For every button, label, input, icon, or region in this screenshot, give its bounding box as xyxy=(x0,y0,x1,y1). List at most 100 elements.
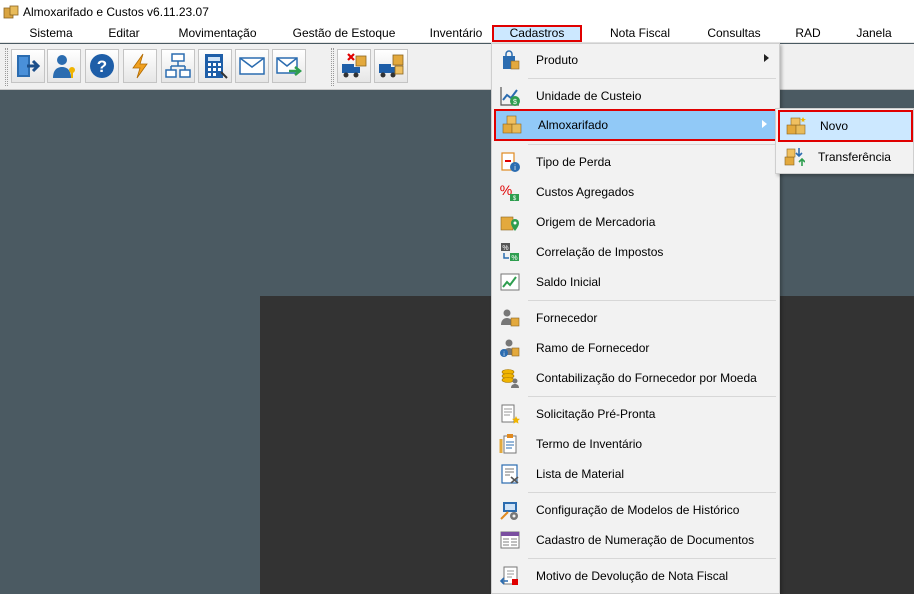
numbering-icon xyxy=(498,528,522,552)
menu-item-cadastro-de-numeracao[interactable]: Cadastro de Numeração de Documentos xyxy=(494,525,777,555)
toolbar-grip-2[interactable] xyxy=(331,48,334,86)
submenu-item-transferencia[interactable]: Transferência xyxy=(778,142,913,172)
submenu-item-label: Novo xyxy=(820,119,849,133)
truck-boxes-button[interactable] xyxy=(374,49,408,83)
menu-bar: Sistema Editar Movimentação Gestão de Es… xyxy=(0,23,914,43)
menu-item-label: Termo de Inventário xyxy=(536,437,643,451)
menu-item-correlacao-de-impostos[interactable]: %% Correlação de Impostos xyxy=(494,237,777,267)
truck-remove-button[interactable] xyxy=(337,49,371,83)
menu-editar[interactable]: Editar xyxy=(97,25,151,42)
org-chart-button[interactable] xyxy=(161,49,195,83)
balance-chart-icon xyxy=(498,270,522,294)
lightning-button[interactable] xyxy=(123,49,157,83)
menu-item-ramo-de-fornecedor[interactable]: i Ramo de Fornecedor xyxy=(494,333,777,363)
tax-percent-icon: %% xyxy=(498,240,522,264)
calculator-button[interactable] xyxy=(198,49,232,83)
menu-item-label: Cadastro de Numeração de Documentos xyxy=(536,533,755,547)
calculator-icon xyxy=(205,54,228,79)
menu-item-origem-de-mercadoria[interactable]: Origem de Mercadoria xyxy=(494,207,777,237)
cadastros-dropdown-menu: Produto $ Unidade de Custeio Almoxarifad… xyxy=(491,43,780,594)
menu-janela[interactable]: Janela xyxy=(850,25,898,42)
menu-item-contabilizacao-do-fornecedor[interactable]: Contabilização do Fornecedor por Moeda xyxy=(494,363,777,393)
origin-location-icon xyxy=(498,210,522,234)
submenu-item-novo[interactable]: Novo xyxy=(778,110,913,142)
submenu-arrow-icon xyxy=(764,54,769,62)
toolbar-grip[interactable] xyxy=(5,48,8,86)
exit-button[interactable] xyxy=(11,49,45,83)
menu-sistema[interactable]: Sistema xyxy=(20,25,82,42)
request-doc-icon xyxy=(498,402,522,426)
menu-separator xyxy=(528,558,776,559)
inventory-doc-icon xyxy=(498,432,522,456)
menu-movimentacao[interactable]: Movimentação xyxy=(170,25,265,42)
submenu-arrow-icon xyxy=(762,120,767,128)
loss-doc-icon: i xyxy=(498,150,522,174)
return-invoice-icon xyxy=(498,564,522,588)
menu-item-saldo-inicial[interactable]: Saldo Inicial xyxy=(494,267,777,297)
svg-text:$: $ xyxy=(513,99,517,106)
menu-item-label: Tipo de Perda xyxy=(536,155,611,169)
menu-item-label: Fornecedor xyxy=(536,311,598,325)
menu-item-almoxarifado[interactable]: Almoxarifado xyxy=(494,109,777,141)
menu-item-label: Ramo de Fornecedor xyxy=(536,341,650,355)
svg-text:%: % xyxy=(511,255,517,262)
menu-item-produto[interactable]: Produto xyxy=(494,45,777,75)
mail-send-button[interactable] xyxy=(272,49,306,83)
menu-item-motivo-de-devolucao[interactable]: Motivo de Devolução de Nota Fiscal xyxy=(494,561,777,591)
menu-gestao-de-estoque[interactable]: Gestão de Estoque xyxy=(287,25,401,42)
help-icon: ? xyxy=(90,54,114,78)
almoxarifado-submenu: Novo Transferência xyxy=(775,108,914,174)
submenu-item-label: Transferência xyxy=(818,150,891,164)
menu-item-fornecedor[interactable]: Fornecedor xyxy=(494,303,777,333)
menu-item-label: Origem de Mercadoria xyxy=(536,215,656,229)
chart-money-icon: $ xyxy=(498,84,522,108)
menu-inventario[interactable]: Inventário xyxy=(422,25,490,42)
user-key-button[interactable] xyxy=(47,49,81,83)
menu-rad[interactable]: RAD xyxy=(788,25,828,42)
menu-separator xyxy=(528,396,776,397)
svg-text:i: i xyxy=(503,352,504,358)
menu-item-label: Solicitação Pré-Pronta xyxy=(536,407,656,421)
menu-separator xyxy=(528,492,776,493)
menu-item-tipo-de-perda[interactable]: i Tipo de Perda xyxy=(494,147,777,177)
menu-item-unidade-de-custeio[interactable]: $ Unidade de Custeio xyxy=(494,81,777,111)
title-bar: Almoxarifado e Custos v6.11.23.07 xyxy=(0,0,914,23)
menu-item-configuracao-de-modelos[interactable]: Configuração de Modelos de Histórico xyxy=(494,495,777,525)
menu-item-lista-de-material[interactable]: Lista de Material xyxy=(494,459,777,489)
supplier-icon xyxy=(498,306,522,330)
menu-item-label: Almoxarifado xyxy=(538,118,609,132)
menu-separator xyxy=(528,300,776,301)
menu-consultas[interactable]: Consultas xyxy=(700,25,768,42)
menu-item-termo-de-inventario[interactable]: Termo de Inventário xyxy=(494,429,777,459)
org-chart-icon xyxy=(165,53,191,78)
menu-item-label: Correlação de Impostos xyxy=(536,245,664,259)
product-bag-icon xyxy=(498,48,522,72)
menu-item-label: Motivo de Devolução de Nota Fiscal xyxy=(536,569,729,583)
menu-item-label: Custos Agregados xyxy=(536,185,635,199)
material-list-icon xyxy=(498,462,522,486)
app-boxes-icon xyxy=(3,5,19,19)
history-config-icon xyxy=(498,498,522,522)
envelope-icon xyxy=(239,57,265,75)
menu-item-label: Lista de Material xyxy=(536,467,625,481)
menu-item-label: Saldo Inicial xyxy=(536,275,601,289)
menu-item-solicitacao-pre-pronta[interactable]: Solicitação Pré-Pronta xyxy=(494,399,777,429)
supplier-branch-icon: i xyxy=(498,336,522,360)
menu-separator xyxy=(528,144,776,145)
menu-cadastros[interactable]: Cadastros xyxy=(492,25,582,42)
mail-send-icon xyxy=(276,57,303,76)
svg-text:?: ? xyxy=(97,57,107,76)
truck-boxes-icon xyxy=(379,54,404,78)
window-title: Almoxarifado e Custos v6.11.23.07 xyxy=(23,4,209,19)
menu-item-label: Produto xyxy=(536,53,579,67)
menu-item-label: Contabilização do Fornecedor por Moeda xyxy=(536,371,757,385)
envelope-button[interactable] xyxy=(235,49,269,83)
menu-nota-fiscal[interactable]: Nota Fiscal xyxy=(602,25,678,42)
lightning-icon xyxy=(132,53,148,79)
menu-item-label: Unidade de Custeio xyxy=(536,89,642,103)
help-button[interactable]: ? xyxy=(85,49,119,83)
menu-item-custos-agregados[interactable]: % $ Custos Agregados xyxy=(494,177,777,207)
menu-item-label: Configuração de Modelos de Histórico xyxy=(536,503,740,517)
user-key-icon xyxy=(53,55,75,78)
coins-user-icon xyxy=(498,366,522,390)
